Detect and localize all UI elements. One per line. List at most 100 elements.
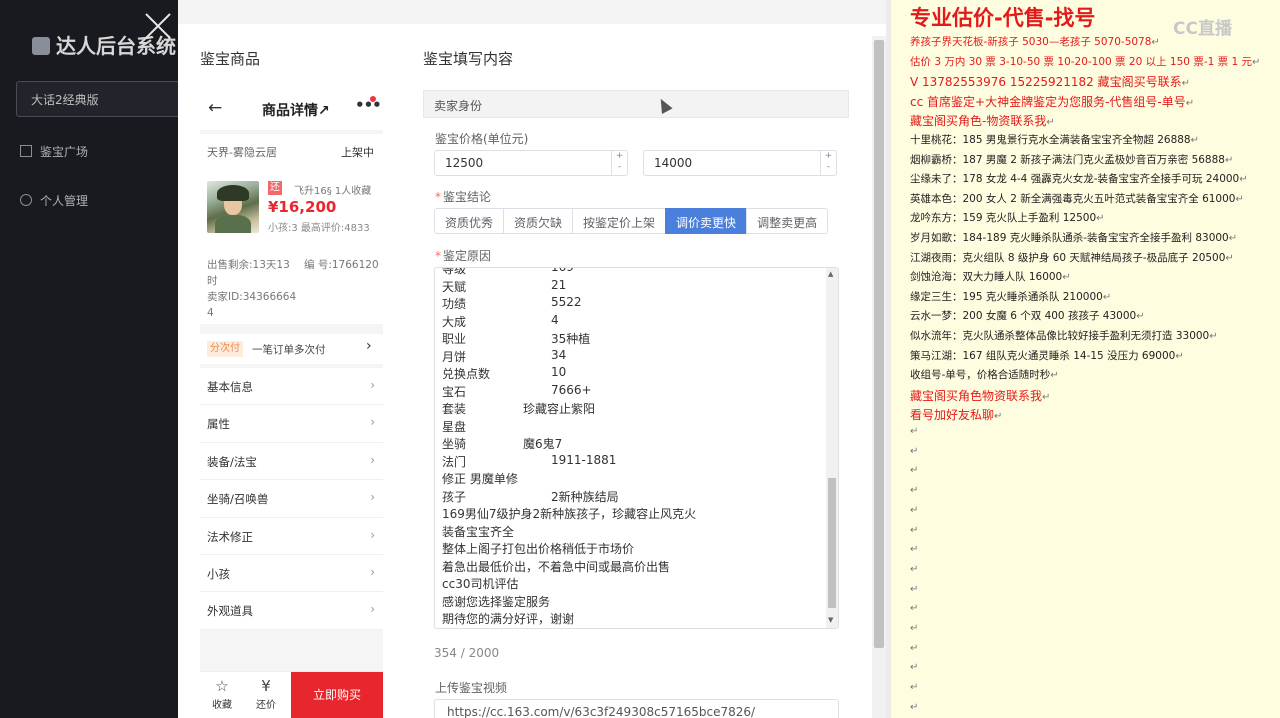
reason-line: 孩子 2新种族结局 [435,488,825,506]
back-arrow-icon[interactable]: ← [208,98,222,118]
game-select[interactable]: 大话2经典版 [16,81,186,117]
buy-now-button[interactable]: 立即购买 [291,672,383,718]
row-spell-correction[interactable]: 法术修正 › [200,518,383,555]
note-line: cc 首席鉴定+大神金牌鉴定为您服务-代售组号-单号↵ [910,94,1195,109]
reason-value: 1911-1881 [551,452,617,467]
reason-value: 21 [551,277,567,292]
product-detail-rows: 基本信息 › 属性 › 装备/法宝 › 坐骑/召唤兽 › 法术修正 › 小孩 › 外观道具 › [200,368,383,630]
bargain-button[interactable]: ¥ 还价 [248,678,284,711]
reason-value: 4 [551,312,559,327]
reason-value: 2新种族结局 [551,489,619,504]
stepper-icon[interactable]: + - [820,151,836,175]
character-avatar [207,181,259,233]
reason-key: 天赋 [442,279,467,294]
product-desc: 飞升16§ 1人收藏 [294,186,372,197]
reason-key: 大成 [442,314,467,329]
reason-line: 坐骑 魔6鬼7 [435,435,825,453]
conclusion-label: * 鉴宝结论 [435,190,492,204]
admin-sidebar: 达人后台系统 大话2经典版 鉴宝广场 个人管理 [0,0,186,718]
sell-remaining: 出售剩余:13天13时 [207,259,290,287]
reason-value: 魔6鬼7 [523,437,563,451]
reason-key: 套装 [442,402,467,416]
reason-key: 感谢您选择鉴定服务 [442,594,551,609]
conclusion-option[interactable]: 调价卖更快 [665,208,748,234]
reason-line: 装备宝宝齐全 [435,523,825,541]
row-children[interactable]: 小孩 › [200,555,383,593]
stepper-icon[interactable]: + - [611,151,627,175]
yen-circle-icon: ¥ [261,677,271,695]
scrollbar[interactable]: ▲ ▼ [826,268,838,628]
note-line: 策马江湖：167 组队克火通灵睡杀 14-15 没压力 69000↵ [910,349,1184,362]
price-low-input[interactable]: 12500 + - [434,150,628,176]
empty-paragraph-mark: ↵ [910,603,919,615]
note-line: 养孩子界天花板-新孩子 5030—老孩子 5070-5078↵ [910,36,1160,48]
product-header: ← 商品详情↗ ••• [200,88,383,130]
reason-key: 修正 男魔单修 [442,472,518,486]
reason-key: 坐骑 [442,437,467,451]
note-line: 烟柳霸桥：187 男魔 2 新孩子满法门克火孟极妙音百万亲密 56888↵ [910,153,1234,166]
note-line: 缘定三生：195 克火睡杀通杀队 210000↵ [910,290,1112,303]
reason-label: * 鉴定原因 [435,249,492,263]
empty-paragraph-mark: ↵ [910,563,919,575]
empty-paragraph-mark: ↵ [910,426,919,437]
notification-dot [370,96,376,102]
close-icon[interactable] [143,11,173,41]
product-price: ¥16,200 [268,198,337,216]
row-equipment[interactable]: 装备/法宝 › [200,443,383,481]
sidebar-item-appraisal-square[interactable]: 鉴宝广场 [20,143,88,160]
installment-row[interactable]: 分次付 一笔订单多次付 › [200,334,383,364]
video-url-input[interactable]: https://cc.163.com/v/63c3f249308c57165bc… [434,699,839,718]
note-line: 剑蚀沧海：双大力睡人队 16000↵ [910,271,1071,284]
row-mounts[interactable]: 坐骑/召唤兽 › [200,480,383,518]
reason-value: 169 [551,267,574,274]
conclusion-option[interactable]: 调整卖更高 [746,208,829,234]
logo-icon [32,37,50,55]
appraisal-drawer: 鉴宝商品 鉴宝填写内容 ← 商品详情↗ ••• 天界-雾隐云居 上架中 还 飞升… [178,0,886,718]
conclusion-option[interactable]: 资质欠缺 [503,208,574,234]
reason-key: 职业 [442,332,467,346]
external-link-icon[interactable]: ↗ [318,103,330,119]
product-header-title: 商品详情↗ [262,103,330,119]
empty-paragraph-mark: ↵ [910,583,919,595]
installment-badge: 分次付 [207,341,243,357]
drawer-topbar [178,0,886,24]
reason-line: 兑换点数 10 [435,365,825,383]
row-appearance[interactable]: 外观道具 › [200,592,383,630]
chevron-right-icon: › [370,527,375,542]
seller-id: 卖家ID:343666644 [207,291,297,319]
chevron-right-icon: › [370,602,375,617]
note-line: 看号加好友私聊↵ [910,408,1003,423]
serial-number: 编 号:1766120 [304,259,379,271]
note-line: 龙吟东方：159 克火队上手盈利 12500↵ [910,212,1105,225]
scroll-down-icon[interactable]: ▼ [828,616,833,624]
chevron-right-icon: › [370,378,375,392]
product-action-bar: ☆ 收藏 ¥ 还价 立即购买 [200,671,383,718]
reason-textarea[interactable]: 等级 169 天赋 21 功绩 5522 大成 4 职业 35种植 月饼 34 兑换点数 10 宝石 7666… [434,267,839,629]
reason-key: 整体上阁子打包出价格稍低于市场价 [442,542,635,556]
conclusion-option[interactable]: 资质优秀 [434,208,505,234]
scroll-up-icon[interactable]: ▲ [828,270,833,278]
empty-paragraph-mark: ↵ [910,544,919,556]
more-icon[interactable]: ••• [355,96,382,114]
price-high-input[interactable]: 14000 + - [643,150,837,176]
favorite-button[interactable]: ☆ 收藏 [204,678,240,711]
row-attributes[interactable]: 属性 › [200,405,383,443]
note-line: 云水一梦：200 女魔 6 个双 400 孩孩子 43000↵ [910,310,1145,323]
empty-paragraph-mark: ↵ [910,524,919,536]
note-line: 似水流年：克火队通杀整体品像比较好接手盈利无须打造 33000↵ [910,330,1218,342]
note-line: 藏宝阁买角色物资联系我↵ [910,388,1051,403]
product-subinfo: 小孩:3 最高评价:4833 [268,223,370,234]
conclusion-radio-group: 资质优秀 资质欠缺 按鉴定价上架 调价卖更快 调整卖更高 [434,208,829,234]
conclusion-option[interactable]: 按鉴定价上架 [572,208,667,234]
row-basic-info[interactable]: 基本信息 › [200,368,383,406]
reason-key: 功绩 [442,297,467,311]
sidebar-item-personal[interactable]: 个人管理 [20,192,88,209]
reason-line: 功绩 5522 [435,295,825,313]
grid-icon [20,145,32,157]
chevron-right-icon: › [370,452,375,467]
drawer-scroll-thumb[interactable] [874,40,884,648]
video-label: 上传鉴宝视频 [435,681,508,695]
chevron-right-icon: › [370,490,375,505]
price-label: 鉴宝价格(单位元) [435,132,529,146]
reason-line: 期待您的满分好评，谢谢 [435,610,825,628]
